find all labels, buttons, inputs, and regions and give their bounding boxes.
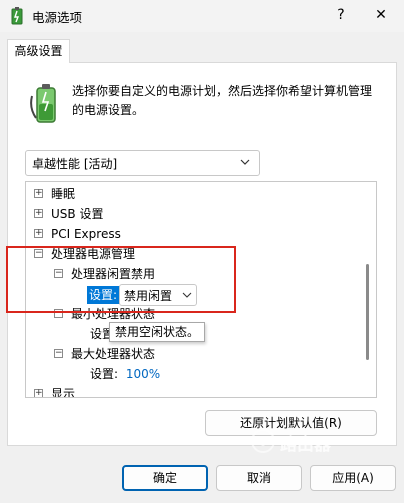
tab-advanced-settings[interactable]: 高级设置 bbox=[7, 39, 70, 63]
expand-icon[interactable]: + bbox=[34, 189, 43, 198]
apply-button[interactable]: 应用(A) bbox=[310, 465, 396, 491]
tooltip: 禁用空闲状态。 bbox=[109, 322, 206, 342]
max-state-setting[interactable]: 设置: 100% bbox=[90, 364, 160, 384]
power-plan-select[interactable]: 卓越性能 [活动] bbox=[25, 150, 260, 176]
description-text: 选择你要自定义的电源计划，然后选择你希望计算机管理的电源设置。 bbox=[72, 84, 373, 117]
battery-icon bbox=[30, 84, 56, 123]
tree-scrollbar[interactable] bbox=[366, 264, 369, 360]
power-options-icon bbox=[11, 7, 23, 25]
max-state-label: 设置: bbox=[90, 367, 119, 381]
close-button[interactable]: ✕ bbox=[358, 0, 404, 30]
watermark-text: 路由器 bbox=[280, 435, 331, 455]
collapse-icon[interactable]: − bbox=[54, 349, 63, 358]
chevron-down-icon bbox=[240, 159, 250, 165]
title-bar: 电源选项 ? ✕ bbox=[0, 0, 404, 32]
power-plan-value: 卓越性能 [活动] bbox=[32, 157, 118, 171]
window-title: 电源选项 bbox=[32, 10, 83, 25]
router-logo-icon bbox=[251, 429, 275, 453]
expand-icon[interactable]: + bbox=[34, 229, 43, 238]
cancel-button[interactable]: 取消 bbox=[216, 465, 302, 491]
highlight-box bbox=[6, 246, 236, 313]
expand-icon[interactable]: + bbox=[34, 209, 43, 218]
ok-button[interactable]: 确定 bbox=[122, 465, 208, 491]
expand-icon[interactable]: + bbox=[34, 389, 43, 397]
max-state-value[interactable]: 100% bbox=[126, 367, 160, 381]
